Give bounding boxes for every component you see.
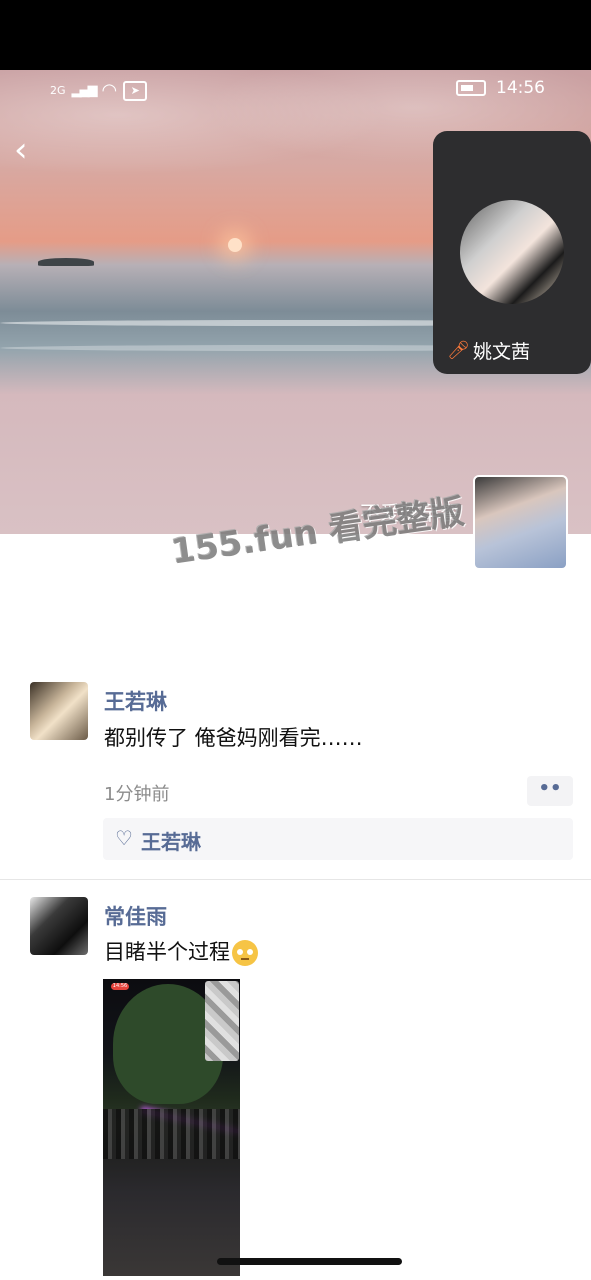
post-time: 1分钟前 <box>104 784 170 805</box>
post-content: 目睹半个过程 <box>104 936 258 966</box>
signal-icon: ▂▄▆ <box>71 83 98 98</box>
pip-caller-name: 姚文茜 <box>473 341 531 363</box>
avatar[interactable] <box>30 682 88 740</box>
more-actions-button[interactable]: •• <box>527 776 573 806</box>
pip-avatar <box>460 200 564 304</box>
avatar[interactable] <box>30 897 88 955</box>
post-nickname[interactable]: 王若琳 <box>104 686 167 716</box>
post-nickname[interactable]: 常佳雨 <box>104 901 167 931</box>
clock: 14:56 <box>496 78 545 98</box>
flushed-face-emoji-icon <box>232 940 258 966</box>
profile-owner-avatar[interactable] <box>473 475 568 570</box>
post-divider <box>0 879 591 880</box>
video-pip-blurred <box>205 981 239 1061</box>
wifi-icon: ◠ <box>101 80 118 101</box>
video-rec-badge: 14:56 <box>111 983 129 990</box>
heart-icon: ♡ <box>115 826 133 850</box>
home-indicator[interactable] <box>217 1258 402 1265</box>
battery-icon <box>456 80 486 96</box>
cover-sun <box>228 238 242 252</box>
cover-island <box>38 258 94 266</box>
network-label: 2G <box>50 83 66 97</box>
post-video-thumbnail[interactable]: 14:56 <box>103 979 240 1276</box>
video-crowd <box>103 1109 240 1159</box>
back-icon[interactable]: ‹ <box>14 132 44 168</box>
top-black-bar <box>0 0 591 70</box>
like-user-name[interactable]: 王若琳 <box>141 826 201 855</box>
status-bar: 2G ▂▄▆ ◠ ➤ 14:56 <box>0 76 591 104</box>
video-call-pip[interactable]: 🎤︎ 姚文茜 <box>433 131 591 374</box>
nfc-icon: ➤ <box>123 80 148 101</box>
post-content: 都别传了 俺爸妈刚看完…… <box>104 726 363 750</box>
likes-panel: ♡ 王若琳 <box>103 818 573 860</box>
mic-off-icon: 🎤︎ <box>447 339 470 361</box>
post-content-text: 目睹半个过程 <box>104 940 230 964</box>
